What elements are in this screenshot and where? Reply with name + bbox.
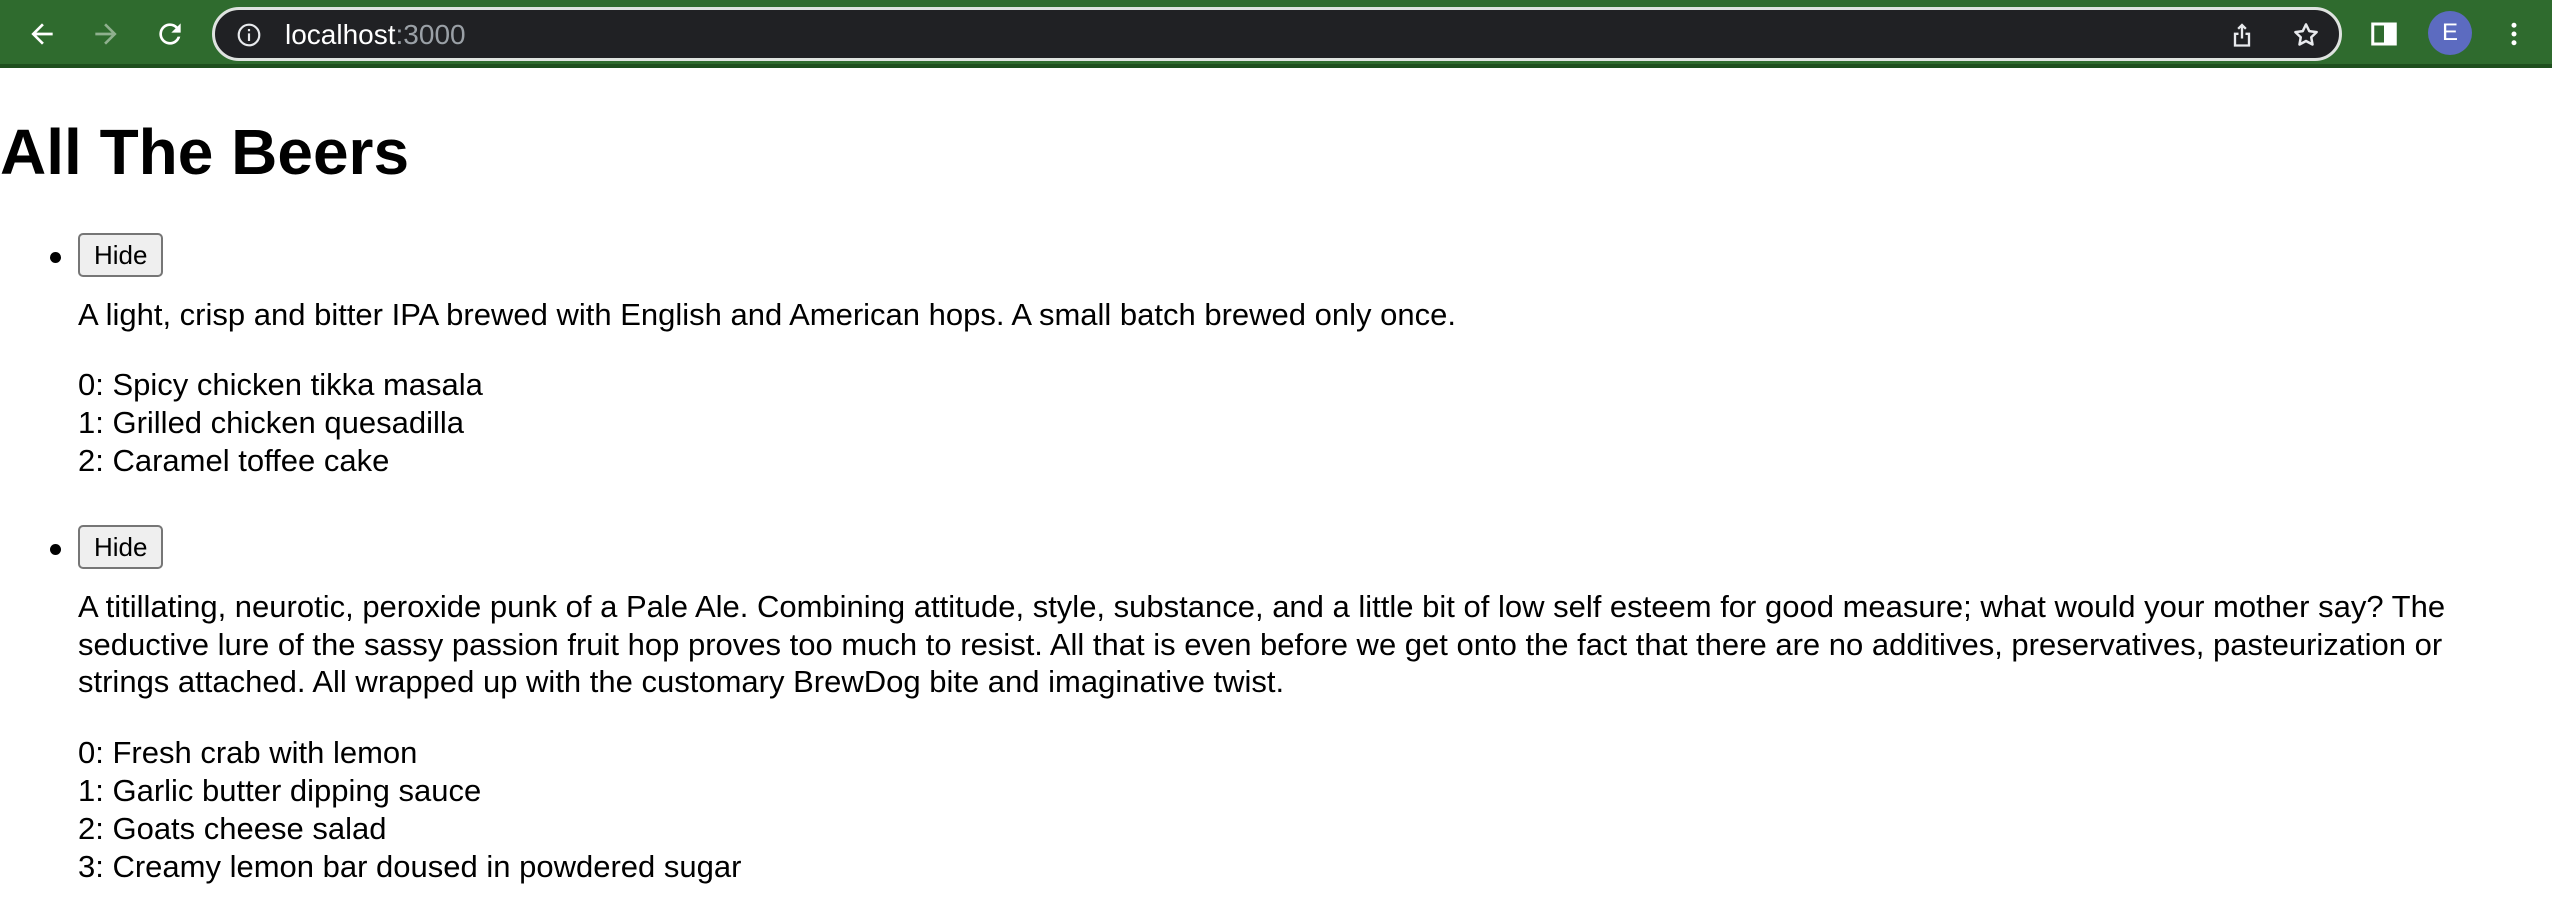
hide-button[interactable]: Hide	[78, 233, 164, 277]
food-pairing-list: 0: Fresh crab with lemon 1: Garlic butte…	[78, 734, 741, 886]
more-vertical-icon	[2511, 22, 2517, 46]
star-icon	[2294, 23, 2318, 46]
food-pairing-item: 3: Creamy lemon bar doused in powdered s…	[78, 849, 742, 884]
page-title: All The Beers	[0, 116, 410, 188]
address-bar[interactable]: localhost:3000	[212, 7, 2342, 61]
browser-toolbar: localhost:3000 E	[0, 0, 2552, 68]
profile-avatar[interactable]: E	[2428, 11, 2472, 55]
reload-icon	[159, 23, 181, 45]
url-text[interactable]: localhost:3000	[285, 21, 466, 49]
food-pairing-item: 0: Spicy chicken tikka masala	[78, 367, 483, 402]
beer-description: A titillating, neurotic, peroxide punk o…	[78, 589, 2446, 699]
bookmark-button[interactable]	[2287, 16, 2325, 54]
reload-button[interactable]	[146, 10, 194, 58]
food-pairing-item: 1: Garlic butter dipping sauce	[78, 773, 482, 808]
forward-button[interactable]	[82, 10, 130, 58]
food-pairing-list: 0: Spicy chicken tikka masala 1: Grilled…	[78, 366, 483, 480]
browser-menu-button[interactable]	[2490, 10, 2538, 58]
url-host: localhost	[285, 19, 396, 50]
share-button[interactable]	[2223, 16, 2261, 54]
share-icon	[2233, 23, 2251, 47]
food-pairing-item: 0: Fresh crab with lemon	[78, 735, 418, 770]
site-info-icon[interactable]	[235, 21, 263, 49]
side-panel-icon	[2371, 22, 2397, 46]
side-panel-button[interactable]	[2360, 10, 2408, 58]
hide-button[interactable]: Hide	[78, 525, 164, 569]
food-pairing-item: 1: Grilled chicken quesadilla	[78, 405, 464, 440]
arrow-right-icon	[95, 23, 117, 45]
food-pairing-item: 2: Goats cheese salad	[78, 811, 387, 846]
url-port: :3000	[395, 19, 466, 50]
page-content: All The Beers Hide A light, crisp and bi…	[0, 68, 2552, 916]
arrow-left-icon	[31, 23, 53, 45]
beer-description: A light, crisp and bitter IPA brewed wit…	[78, 297, 1456, 332]
food-pairing-item: 2: Caramel toffee cake	[78, 443, 390, 478]
list-bullet	[50, 252, 61, 263]
back-button[interactable]	[18, 10, 66, 58]
list-bullet	[50, 544, 61, 555]
